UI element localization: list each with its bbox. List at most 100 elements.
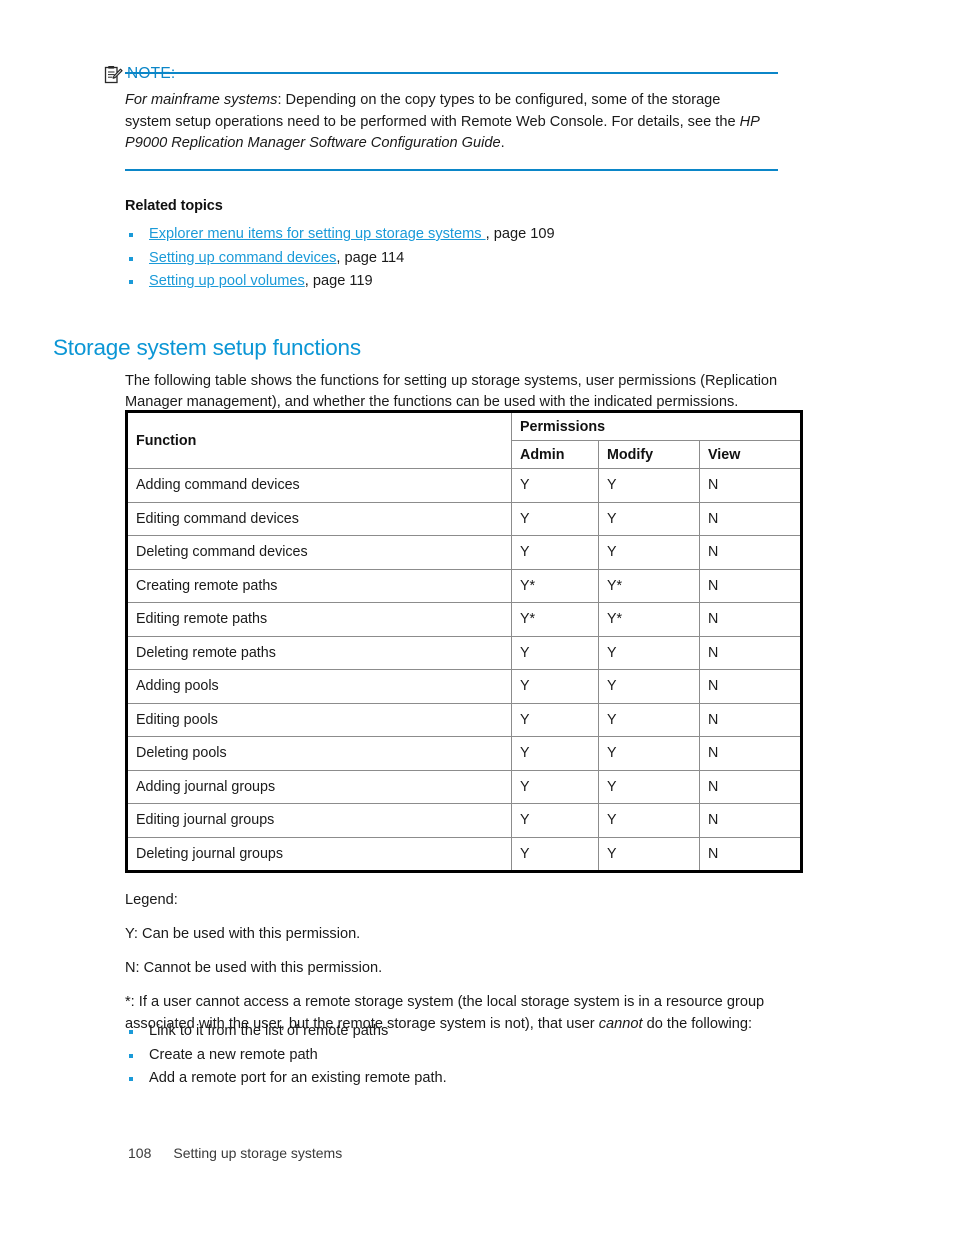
cell-function: Creating remote paths — [126, 568, 512, 603]
cell-modify: Y* — [598, 568, 700, 603]
permissions-table: Function Permissions Admin Modify View A… — [125, 410, 804, 873]
sub-list-label: Link to it from the list of remote paths — [149, 1023, 389, 1039]
cell-view: N — [698, 568, 803, 603]
cell-admin: Y — [511, 736, 599, 771]
column-header-function: Function — [126, 411, 512, 469]
table-row: Editing journal groups Y Y N — [126, 803, 803, 838]
table-row: Deleting journal groups Y Y N — [126, 836, 803, 872]
related-link-setting-up-command-devices[interactable]: Setting up command devices — [149, 250, 336, 266]
cell-modify: Y — [598, 635, 700, 670]
related-link-explorer-menu-items[interactable]: Explorer menu items for setting up stora… — [149, 226, 486, 242]
table-head: Function Permissions Admin Modify View — [126, 411, 803, 469]
table-row: Adding command devices Y Y N — [126, 468, 803, 503]
note-body-italic-lead: For mainframe systems — [125, 92, 278, 108]
intro-paragraph: The following table shows the functions … — [125, 372, 778, 411]
bullet-icon — [129, 1030, 133, 1034]
legend-n-line: N: Cannot be used with this permission. — [125, 960, 383, 976]
list-item: Setting up pool volumes, page 119 — [125, 270, 805, 294]
cell-admin: Y — [511, 803, 599, 838]
related-page-ref: , page 114 — [336, 249, 405, 266]
column-header-view: View — [698, 440, 803, 469]
cell-modify: Y — [598, 702, 700, 737]
sub-list-label: Add a remote port for an existing remote… — [149, 1070, 447, 1086]
page-footer: 108 Setting up storage systems — [128, 1145, 342, 1161]
cell-function: Editing journal groups — [126, 803, 512, 838]
cell-modify: Y — [598, 836, 700, 872]
cell-admin: Y* — [511, 568, 599, 603]
cell-modify: Y — [598, 535, 700, 570]
cell-view: N — [698, 769, 803, 804]
note-clipboard-icon — [103, 65, 123, 85]
sub-list-label: Create a new remote path — [149, 1046, 318, 1063]
cell-view: N — [698, 669, 803, 704]
table-row: Editing command devices Y Y N — [126, 501, 803, 536]
related-link-setting-up-pool-volumes[interactable]: Setting up pool volumes — [149, 273, 305, 289]
cell-modify: Y — [598, 468, 700, 503]
table-row: Deleting remote paths Y Y N — [126, 635, 803, 670]
table-header-row-1: Function Permissions — [126, 411, 803, 469]
cell-modify: Y — [598, 736, 700, 771]
list-item: Add a remote port for an existing remote… — [125, 1067, 805, 1091]
document-page: NOTE: For mainframe systems: Depending o… — [0, 0, 954, 1235]
bullet-icon — [129, 256, 133, 261]
note-body: For mainframe systems: Depending on the … — [125, 90, 770, 155]
bullet-icon — [129, 1077, 133, 1081]
cell-view: N — [698, 635, 803, 670]
cell-view: N — [698, 836, 803, 872]
note-body-period: . — [500, 135, 505, 151]
cell-function: Deleting pools — [126, 736, 512, 771]
column-header-permissions: Permissions — [510, 411, 803, 441]
table-row: Deleting command devices Y Y N — [126, 535, 803, 570]
list-item: Create a new remote path — [125, 1044, 805, 1068]
table-row: Deleting pools Y Y N — [126, 736, 803, 771]
cell-modify: Y — [598, 769, 700, 804]
list-item: Setting up command devices, page 114 — [125, 247, 805, 271]
cell-function: Adding command devices — [126, 468, 512, 503]
cell-view: N — [698, 501, 803, 536]
footer-chapter-title: Setting up storage systems — [173, 1145, 343, 1161]
permissions-table-container: Function Permissions Admin Modify View A… — [125, 410, 804, 873]
table-row: Adding journal groups Y Y N — [126, 769, 803, 804]
bullet-icon — [129, 233, 133, 237]
cell-modify: Y* — [598, 602, 700, 637]
cell-modify: Y — [598, 803, 700, 838]
related-topics: Related topics Explorer menu items for s… — [125, 198, 805, 294]
cell-function: Adding journal groups — [126, 769, 512, 804]
cell-modify: Y — [598, 669, 700, 704]
footer-page-number: 108 — [128, 1145, 152, 1161]
cell-view: N — [698, 468, 803, 503]
related-page-ref: , page 119 — [304, 273, 373, 289]
bullet-icon — [129, 280, 133, 284]
cell-admin: Y — [511, 836, 599, 872]
page-title: Storage system setup functions — [53, 335, 361, 361]
cell-admin: Y — [511, 769, 599, 804]
table-body: Adding command devices Y Y N Editing com… — [126, 468, 803, 872]
cell-function: Deleting command devices — [126, 535, 512, 570]
legend-title: Legend: — [125, 892, 178, 908]
cell-view: N — [698, 702, 803, 737]
cell-function: Deleting journal groups — [126, 836, 512, 872]
cell-view: N — [698, 535, 803, 570]
related-topics-list: Explorer menu items for setting up stora… — [125, 223, 805, 294]
cell-admin: Y — [511, 468, 599, 503]
cell-admin: Y — [511, 535, 599, 570]
list-item: Link to it from the list of remote paths — [125, 1020, 805, 1044]
column-header-modify: Modify — [598, 440, 700, 469]
cell-function: Deleting remote paths — [126, 635, 512, 670]
related-page-ref: , page 109 — [485, 226, 555, 242]
table-row: Creating remote paths Y* Y* N — [126, 568, 803, 603]
bullet-icon — [129, 1053, 133, 1058]
table-row: Editing remote paths Y* Y* N — [126, 602, 803, 637]
note-admonition: NOTE: For mainframe systems: Depending o… — [103, 65, 783, 171]
legend-sub-list: Link to it from the list of remote paths… — [125, 1020, 805, 1091]
cell-view: N — [698, 803, 803, 838]
legend-y-line: Y: Can be used with this permission. — [125, 926, 361, 942]
table-row: Adding pools Y Y N — [126, 669, 803, 704]
cell-function: Adding pools — [126, 669, 512, 704]
cell-view: N — [698, 736, 803, 771]
cell-admin: Y — [511, 501, 599, 536]
related-topics-title: Related topics — [125, 198, 223, 214]
note-label: NOTE: — [127, 65, 176, 82]
note-bottom-rule — [125, 168, 778, 171]
table-row: Editing pools Y Y N — [126, 702, 803, 737]
